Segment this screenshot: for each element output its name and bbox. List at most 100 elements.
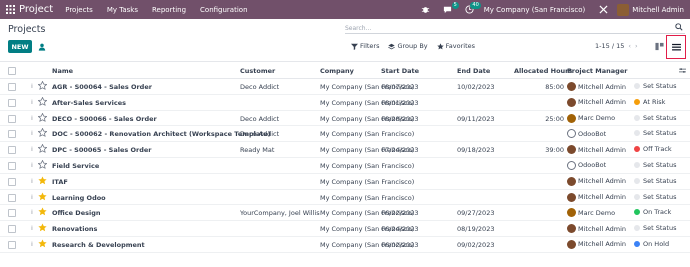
table-row[interactable]: ⁞ After-Sales Services My Company (San Fra…	[0, 95, 690, 111]
column-customer[interactable]: Customer	[240, 67, 275, 75]
project-name[interactable]: DPC - S00065 - Sales Order	[52, 146, 152, 154]
column-name[interactable]: Name	[52, 67, 73, 75]
project-name[interactable]: Field Service	[52, 162, 99, 170]
pager-value[interactable]: 1-15 / 15	[595, 42, 624, 50]
row-checkbox[interactable]	[8, 114, 16, 123]
favorite-star-icon[interactable]	[38, 192, 47, 201]
table-row[interactable]: ⁞ Field Service My Company (San Francisco)…	[0, 158, 690, 174]
project-name[interactable]: ITAF	[52, 178, 68, 186]
project-name[interactable]: Office Design	[52, 209, 100, 217]
drag-handle-icon[interactable]: ⁞	[31, 225, 33, 232]
project-manager[interactable]: Marc Demo	[567, 208, 615, 218]
favorite-star-icon[interactable]	[38, 239, 47, 248]
favorite-star-icon[interactable]	[38, 223, 47, 232]
column-end-date[interactable]: End Date	[457, 67, 490, 75]
table-row[interactable]: ⁞ DPC - S00065 - Sales Order Ready Mat My C…	[0, 142, 690, 158]
search-input[interactable]	[345, 23, 665, 33]
project-status[interactable]: Set Status	[634, 114, 676, 122]
row-checkbox[interactable]	[8, 225, 16, 234]
table-row[interactable]: ⁞ Office Design YourCompany, Joel Willis My…	[0, 205, 690, 222]
project-status[interactable]: Set Status	[634, 193, 676, 201]
tools-icon[interactable]	[595, 0, 611, 19]
drag-handle-icon[interactable]: ⁞	[31, 241, 33, 248]
table-row[interactable]: ⁞ Learning Odoo My Company (San Francisco)…	[0, 190, 690, 206]
favorite-star-icon[interactable]	[38, 207, 47, 216]
company-switcher[interactable]: My Company (San Francisco)	[484, 6, 585, 14]
project-status[interactable]: Set Status	[634, 177, 676, 185]
favorite-star-icon[interactable]	[38, 81, 47, 90]
pager-next-icon[interactable]: ›	[635, 42, 638, 50]
project-name[interactable]: DECO - S00066 - Sales Order	[52, 115, 157, 123]
list-view-icon[interactable]	[666, 35, 686, 59]
drag-handle-icon[interactable]: ⁞	[31, 130, 33, 137]
row-checkbox[interactable]	[8, 161, 16, 170]
table-row[interactable]: ⁞ Renovations My Company (San Francisco) 06…	[0, 221, 690, 237]
favorite-star-icon[interactable]	[38, 159, 47, 169]
select-all-checkbox[interactable]	[8, 67, 16, 75]
row-checkbox[interactable]	[8, 98, 16, 107]
project-manager[interactable]: OdooBot	[567, 129, 606, 139]
project-manager[interactable]: Marc Demo	[567, 113, 615, 123]
row-checkbox[interactable]	[8, 130, 16, 139]
drag-handle-icon[interactable]: ⁞	[31, 194, 33, 201]
drag-handle-icon[interactable]: ⁞	[31, 83, 33, 90]
drag-handle-icon[interactable]: ⁞	[31, 209, 33, 216]
user-name[interactable]: Mitchell Admin	[632, 6, 684, 14]
row-checkbox[interactable]	[8, 193, 16, 202]
project-manager[interactable]: Mitchell Admin	[567, 97, 626, 107]
project-status[interactable]: At Risk	[634, 98, 665, 106]
menu-configuration[interactable]: Configuration	[200, 6, 247, 14]
project-manager[interactable]: Mitchell Admin	[567, 239, 626, 249]
project-manager[interactable]: Mitchell Admin	[567, 82, 626, 91]
project-status[interactable]: On Track	[634, 208, 671, 216]
menu-projects[interactable]: Projects	[65, 6, 93, 14]
project-manager[interactable]: Mitchell Admin	[567, 224, 626, 234]
favorite-star-icon[interactable]	[38, 144, 47, 154]
favorite-star-icon[interactable]	[38, 112, 47, 122]
project-manager[interactable]: Mitchell Admin	[567, 176, 626, 186]
column-project-manager[interactable]: Project Manager	[567, 67, 627, 75]
user-avatar[interactable]	[617, 3, 630, 16]
groupby-button[interactable]: Group By	[388, 42, 428, 50]
row-checkbox[interactable]	[8, 240, 16, 249]
project-status[interactable]: Off Track	[634, 145, 672, 153]
column-company[interactable]: Company	[320, 67, 354, 75]
drag-handle-icon[interactable]: ⁞	[31, 99, 33, 106]
kanban-view-icon[interactable]	[655, 42, 665, 52]
project-status[interactable]: Set Status	[634, 161, 676, 169]
favorite-star-icon[interactable]	[38, 176, 47, 185]
table-row[interactable]: ⁞ Research & Development My Company (San F…	[0, 237, 690, 253]
app-name[interactable]: Project	[19, 4, 53, 15]
menu-reporting[interactable]: Reporting	[152, 6, 186, 14]
project-status[interactable]: Set Status	[634, 82, 676, 90]
table-row[interactable]: ⁞ ITAF My Company (San Francisco) Mitchell …	[0, 174, 690, 190]
project-status[interactable]: Set Status	[634, 129, 676, 137]
row-checkbox[interactable]	[8, 177, 16, 186]
row-checkbox[interactable]	[8, 146, 16, 155]
bug-icon[interactable]	[418, 0, 434, 19]
search-icon[interactable]	[675, 23, 683, 31]
project-name[interactable]: Research & Development	[52, 241, 145, 249]
pager-prev-icon[interactable]: ‹	[628, 42, 631, 50]
project-manager[interactable]: Mitchell Admin	[567, 145, 626, 155]
project-manager[interactable]: Mitchell Admin	[567, 192, 626, 202]
project-name[interactable]: DOC - S00062 - Renovation Architect (Wor…	[52, 130, 271, 138]
new-button[interactable]: NEW	[8, 40, 32, 53]
project-name[interactable]: Renovations	[52, 225, 97, 233]
drag-handle-icon[interactable]: ⁞	[31, 162, 33, 169]
filters-button[interactable]: Filters	[351, 42, 379, 50]
follow-user-icon[interactable]	[37, 41, 47, 52]
favorite-star-icon[interactable]	[38, 128, 47, 138]
column-start-date[interactable]: Start Date	[381, 67, 419, 75]
drag-handle-icon[interactable]: ⁞	[31, 146, 33, 153]
menu-my-tasks[interactable]: My Tasks	[107, 6, 138, 14]
project-name[interactable]: Learning Odoo	[52, 194, 106, 202]
clock-icon[interactable]: 40	[462, 0, 481, 19]
row-checkbox[interactable]	[8, 83, 16, 91]
column-options-icon[interactable]	[679, 67, 686, 74]
project-name[interactable]: After-Sales Services	[52, 99, 126, 107]
table-row[interactable]: ⁞ DECO - S00066 - Sales Order Deco Addict M…	[0, 111, 690, 127]
row-checkbox[interactable]	[8, 209, 16, 218]
app-grid-icon[interactable]	[3, 0, 17, 19]
column-allocated-hours[interactable]: Allocated Hours	[514, 67, 572, 75]
